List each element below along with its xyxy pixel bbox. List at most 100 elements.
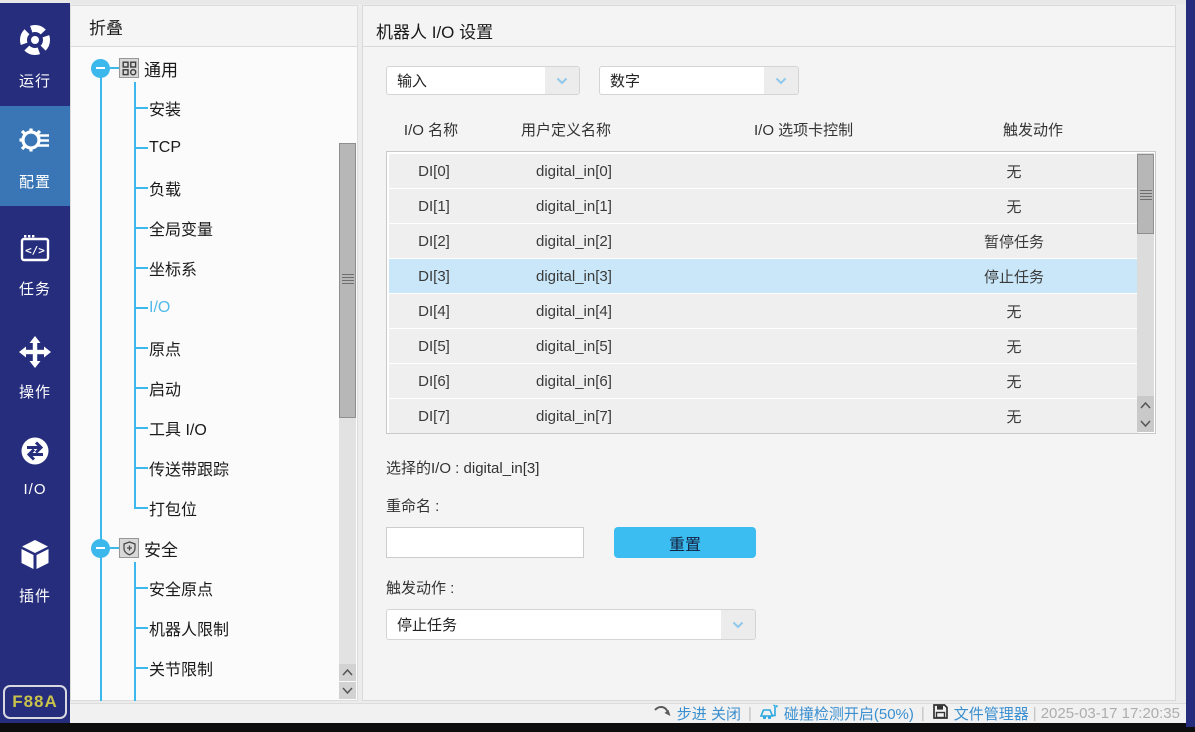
- svg-text:</>: </>: [25, 244, 45, 257]
- file-manager-icon: [932, 703, 949, 724]
- tree-scroll-up-button[interactable]: [339, 664, 356, 681]
- sidebar: 运行 配置: [0, 3, 70, 723]
- selected-io-label: 选择的I/O :: [386, 460, 459, 477]
- tree-item[interactable]: 启动: [134, 378, 181, 398]
- tree-item-label: 启动: [149, 376, 181, 400]
- tree-item-tick: [134, 507, 148, 509]
- reset-button[interactable]: 重置: [614, 527, 756, 558]
- trigger-action-dropdown[interactable]: 停止任务: [386, 609, 756, 640]
- tree-scroll-down-button[interactable]: [339, 682, 356, 699]
- table-row[interactable]: DI[1]digital_in[1]无: [389, 189, 1138, 223]
- collapse-minus-icon[interactable]: [91, 539, 110, 558]
- io-table-rows: DI[0]digital_in[0]无DI[1]digital_in[1]无DI…: [389, 154, 1138, 434]
- window-right-edge: [1186, 0, 1195, 727]
- table-cell: 无: [934, 161, 1094, 182]
- tree-scrollbar-thumb[interactable]: [339, 143, 356, 418]
- node-connector: [110, 547, 119, 549]
- table-cell: digital_in[3]: [479, 268, 809, 285]
- config-tree-panel: 折叠: [70, 5, 358, 701]
- tree-item[interactable]: 负载: [134, 178, 181, 198]
- tree-item[interactable]: 坐标系: [134, 258, 197, 278]
- tree-item-label: I/O: [149, 299, 170, 317]
- table-scrollbar-track[interactable]: [1137, 153, 1154, 432]
- table-row[interactable]: DI[0]digital_in[0] 无: [389, 154, 1138, 188]
- tree-item[interactable]: 全局变量: [134, 218, 213, 238]
- separator: |: [1033, 705, 1037, 722]
- table-cell: DI[0]: [389, 163, 479, 180]
- table-row[interactable]: DI[5]digital_in[5]无: [389, 329, 1138, 363]
- table-row[interactable]: DI[6]digital_in[6]无: [389, 364, 1138, 398]
- tree-item-tick: [134, 307, 148, 309]
- tree-item[interactable]: 传送带跟踪: [134, 458, 229, 478]
- run-icon: [17, 22, 53, 63]
- table-cell: digital_in[2]: [479, 233, 809, 250]
- tree-node-general[interactable]: 通用: [91, 57, 178, 79]
- tree-item[interactable]: 安装: [134, 98, 181, 118]
- table-cell: digital_in[6]: [479, 373, 809, 390]
- tree-item-label: 打包位: [149, 496, 197, 520]
- tree-item[interactable]: 工具 I/O: [134, 418, 207, 438]
- tree-item-tick: [134, 587, 148, 589]
- table-cell: DI[6]: [389, 373, 479, 390]
- chevron-down-icon: [545, 67, 579, 94]
- tree-node-label: 通用: [144, 56, 178, 81]
- tree-item-label: 关节限制: [149, 656, 213, 680]
- table-cell: DI[7]: [389, 408, 479, 425]
- tree-item-tick: [134, 147, 148, 149]
- tree-item[interactable]: I/O: [134, 298, 170, 318]
- sidebar-item-io[interactable]: I/O: [0, 415, 70, 515]
- task-icon: </>: [18, 232, 52, 271]
- tree-item[interactable]: 安全原点: [134, 578, 213, 598]
- tree-item-label: 传送带跟踪: [149, 456, 229, 480]
- table-scrollbar-thumb[interactable]: [1137, 154, 1154, 234]
- sidebar-item-task[interactable]: </> 任务: [0, 215, 70, 315]
- move-icon: [18, 335, 52, 374]
- collision-status-label: 碰撞检测开启(50%): [784, 703, 914, 724]
- separator: |: [921, 705, 925, 722]
- shield-plus-icon: [119, 538, 139, 558]
- settings-icon: [16, 121, 54, 164]
- collision-icon: [759, 703, 779, 724]
- tree-item[interactable]: 原点: [134, 338, 181, 358]
- file-manager-label: 文件管理器: [954, 703, 1029, 724]
- io-type-dropdown[interactable]: 数字: [599, 66, 799, 95]
- robot-model-badge: F88A: [3, 685, 67, 719]
- table-cell: digital_in[0]: [479, 163, 809, 180]
- step-status[interactable]: 步进 关闭: [653, 703, 741, 724]
- tree-item[interactable]: 关节限制: [134, 658, 213, 678]
- tree-item-tick: [134, 227, 148, 229]
- chevron-down-icon: [721, 610, 755, 639]
- table-row[interactable]: DI[2]digital_in[2]暂停任务: [389, 224, 1138, 258]
- app-window: 运行 配置: [0, 0, 1186, 723]
- tree-collapse-header[interactable]: 折叠: [71, 6, 357, 47]
- separator: |: [748, 705, 752, 722]
- table-cell: digital_in[4]: [479, 303, 809, 320]
- table-scroll-down-button[interactable]: [1137, 414, 1154, 432]
- tree-item[interactable]: 打包位: [134, 498, 197, 518]
- sidebar-item-operate[interactable]: 操作: [0, 318, 70, 418]
- table-cell: 无: [934, 336, 1094, 357]
- trigger-action-label: 触发动作 :: [386, 577, 454, 598]
- tree-item[interactable]: TCP: [134, 138, 181, 158]
- step-icon: [653, 704, 672, 724]
- table-row[interactable]: DI[3]digital_in[3]停止任务: [389, 259, 1138, 293]
- tree-item-label: 原点: [149, 336, 181, 360]
- tree-item-label: 坐标系: [149, 256, 197, 280]
- io-direction-dropdown[interactable]: 输入: [386, 66, 580, 95]
- table-cell: digital_in[1]: [479, 198, 809, 215]
- file-manager[interactable]: 文件管理器: [932, 703, 1029, 724]
- tree-node-safety[interactable]: 安全: [91, 537, 178, 559]
- table-row[interactable]: DI[7]digital_in[7]无: [389, 399, 1138, 433]
- rename-input[interactable]: [386, 527, 584, 558]
- sidebar-item-plugin[interactable]: 插件: [0, 521, 70, 621]
- table-row[interactable]: DI[4]digital_in[4]无: [389, 294, 1138, 328]
- tree-item[interactable]: 机器人限制: [134, 618, 229, 638]
- tree-scrollbar-track[interactable]: [339, 418, 356, 664]
- table-scroll-up-button[interactable]: [1137, 396, 1154, 414]
- table-cell: digital_in[7]: [479, 408, 809, 425]
- rename-label: 重命名 :: [386, 495, 439, 516]
- sidebar-item-config[interactable]: 配置: [0, 106, 70, 206]
- collision-detection-status[interactable]: 碰撞检测开启(50%): [759, 703, 914, 724]
- sidebar-item-run[interactable]: 运行: [0, 6, 70, 106]
- collapse-minus-icon[interactable]: [91, 59, 110, 78]
